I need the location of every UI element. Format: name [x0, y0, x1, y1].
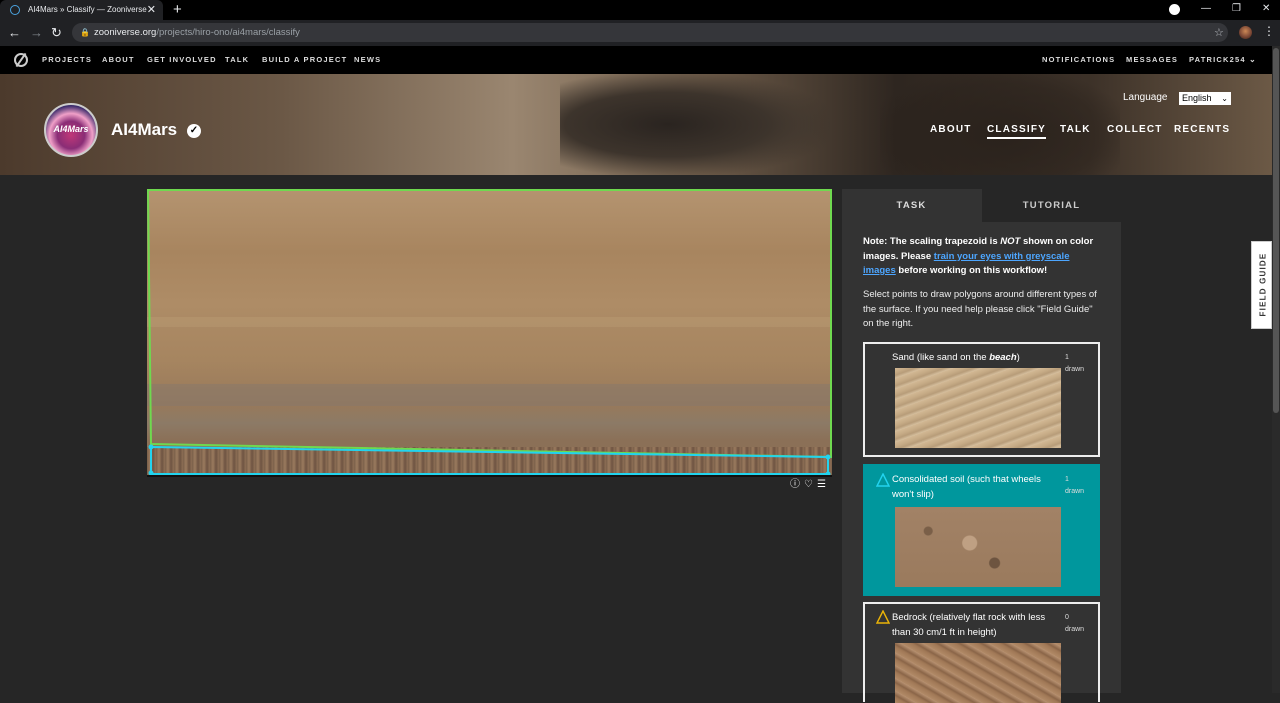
count-value: 1 [1065, 476, 1069, 483]
polygon-vertex[interactable] [148, 444, 154, 450]
zooniverse-favicon-icon [10, 5, 20, 15]
browser-profile-icon[interactable] [1169, 4, 1180, 15]
user-avatar-icon[interactable] [1239, 26, 1252, 39]
tab-tutorial[interactable]: TUTORIAL [982, 189, 1121, 222]
project-title[interactable]: AI4Mars [111, 120, 177, 140]
nav-projects[interactable]: PROJECTS [42, 46, 92, 74]
info-icon[interactable]: ⓘ [790, 479, 800, 490]
browser-tab-strip: AI4Mars » Classify — Zooniverse ✕ + — ❐ … [0, 0, 1280, 20]
lock-icon: 🔒 [80, 28, 90, 37]
star-icon[interactable]: ☆ [1214, 24, 1224, 42]
triangle-tool-icon [876, 473, 890, 487]
nav-get-involved[interactable]: GET INVOLVED [147, 46, 217, 74]
scrollbar-thumb[interactable] [1273, 48, 1279, 413]
language-label: Language [1123, 92, 1168, 103]
project-nav-collect[interactable]: COLLECT [1107, 124, 1163, 135]
address-bar[interactable]: 🔒 zooniverse.org/projects/hiro-ono/ai4ma… [72, 23, 1228, 42]
avatar-text: AI4Mars [53, 124, 89, 134]
option-count: 1 drawn [1065, 352, 1084, 376]
option-label: Bedrock (relatively flat rock with less … [892, 612, 1046, 638]
heart-icon[interactable]: ♡ [804, 479, 813, 490]
username: PATRICK254 [1189, 55, 1246, 64]
nav-build-a-project[interactable]: BUILD A PROJECT [262, 46, 347, 74]
sand-example-image [895, 368, 1061, 448]
nav-about[interactable]: ABOUT [102, 46, 135, 74]
back-arrow-icon[interactable]: ← [8, 24, 21, 42]
note-text: Note: The scaling trapezoid is [863, 236, 1001, 247]
polygon-vertex[interactable] [148, 470, 154, 476]
tab-title: AI4Mars » Classify — Zooniverse [28, 5, 147, 14]
hero-background [560, 74, 830, 175]
close-window-icon[interactable]: ✕ [1262, 0, 1270, 18]
option-bedrock[interactable]: Bedrock (relatively flat rock with less … [863, 602, 1100, 703]
url-host: zooniverse.org [94, 27, 157, 38]
count-value: 1 [1065, 354, 1069, 361]
count-label: drawn [1065, 626, 1085, 633]
minimize-icon[interactable]: — [1201, 0, 1211, 18]
triangle-tool-icon [876, 610, 890, 624]
collection-list-icon[interactable]: ☰ [817, 479, 826, 490]
option-sand[interactable]: Sand (like sand on the beach) 1 drawn [863, 342, 1100, 457]
nav-talk[interactable]: TALK [225, 46, 249, 74]
task-note: Note: The scaling trapezoid is NOT shown… [863, 235, 1103, 279]
field-guide-label: FIELD GUIDE [1258, 252, 1268, 317]
chevron-down-icon: ⌄ [1221, 94, 1228, 103]
verified-check-icon: ✓ [187, 124, 201, 138]
chevron-down-icon: ⌄ [1249, 55, 1257, 64]
count-label: drawn [1065, 488, 1085, 495]
nav-messages[interactable]: MESSAGES [1126, 46, 1178, 74]
project-header: AI4Mars AI4Mars ✓ Language English ⌄ ABO… [0, 74, 1280, 175]
reload-icon[interactable]: ↻ [51, 24, 62, 42]
subject-meta-toolbar: ⓘ ♡ ☰ [790, 479, 830, 491]
nav-notifications[interactable]: NOTIFICATIONS [1042, 46, 1115, 74]
project-avatar[interactable]: AI4Mars [44, 103, 98, 157]
project-nav-recents[interactable]: RECENTS [1174, 124, 1230, 135]
option-label-emphasis: beach [989, 352, 1017, 363]
kebab-menu-icon[interactable]: ⋮ [1263, 24, 1275, 38]
count-value: 0 [1065, 614, 1069, 621]
project-nav-talk[interactable]: TALK [1060, 124, 1091, 135]
url-path: /projects/hiro-ono/ai4mars/classify [156, 27, 300, 38]
option-label: Consolidated soil (such that wheels won'… [892, 474, 1041, 500]
forward-arrow-icon[interactable]: → [30, 24, 43, 42]
tab-task[interactable]: TASK [842, 189, 981, 222]
zooniverse-logo-icon[interactable] [14, 53, 28, 67]
project-nav-classify[interactable]: CLASSIFY [987, 124, 1047, 139]
tab-close-icon[interactable]: ✕ [147, 0, 156, 20]
new-tab-button[interactable]: + [173, 0, 182, 19]
option-consolidated-soil[interactable]: Consolidated soil (such that wheels won'… [863, 464, 1100, 596]
option-count: 0 drawn [1065, 612, 1084, 636]
nav-news[interactable]: NEWS [354, 46, 381, 74]
bedrock-example-image [895, 643, 1061, 703]
note-emphasis: NOT [1000, 236, 1021, 247]
task-instructions: Select points to draw polygons around di… [863, 289, 1097, 329]
nav-user-menu[interactable]: PATRICK254 ⌄ [1189, 46, 1257, 74]
language-value: English [1182, 93, 1212, 103]
soil-example-image [895, 507, 1061, 587]
note-text: before working on this workflow! [895, 265, 1048, 276]
subject-image[interactable] [147, 189, 832, 477]
browser-toolbar: ← → ↻ 🔒 zooniverse.org/projects/hiro-ono… [0, 20, 1280, 46]
language-select[interactable]: English ⌄ [1179, 92, 1231, 105]
polygon-vertex[interactable] [825, 454, 831, 460]
project-nav-about[interactable]: ABOUT [930, 124, 972, 135]
field-guide-button[interactable]: FIELD GUIDE [1251, 241, 1272, 329]
option-label-text: Sand (like sand on the [892, 352, 990, 363]
count-label: drawn [1065, 366, 1085, 373]
annotation-layer[interactable] [147, 189, 832, 477]
option-label: Sand (like sand on the beach) [892, 351, 1062, 366]
option-count: 1 drawn [1065, 474, 1084, 498]
soil-polygon[interactable] [150, 445, 829, 475]
browser-tab[interactable]: AI4Mars » Classify — Zooniverse ✕ [0, 0, 163, 20]
sand-polygon[interactable] [147, 189, 832, 459]
zooniverse-nav: PROJECTS ABOUT GET INVOLVED TALK BUILD A… [0, 46, 1280, 74]
task-panel: TASK TUTORIAL Note: The scaling trapezoi… [842, 189, 1121, 703]
polygon-vertex[interactable] [825, 471, 831, 477]
restore-icon[interactable]: ❐ [1232, 0, 1241, 18]
option-label-text: ) [1016, 352, 1020, 363]
